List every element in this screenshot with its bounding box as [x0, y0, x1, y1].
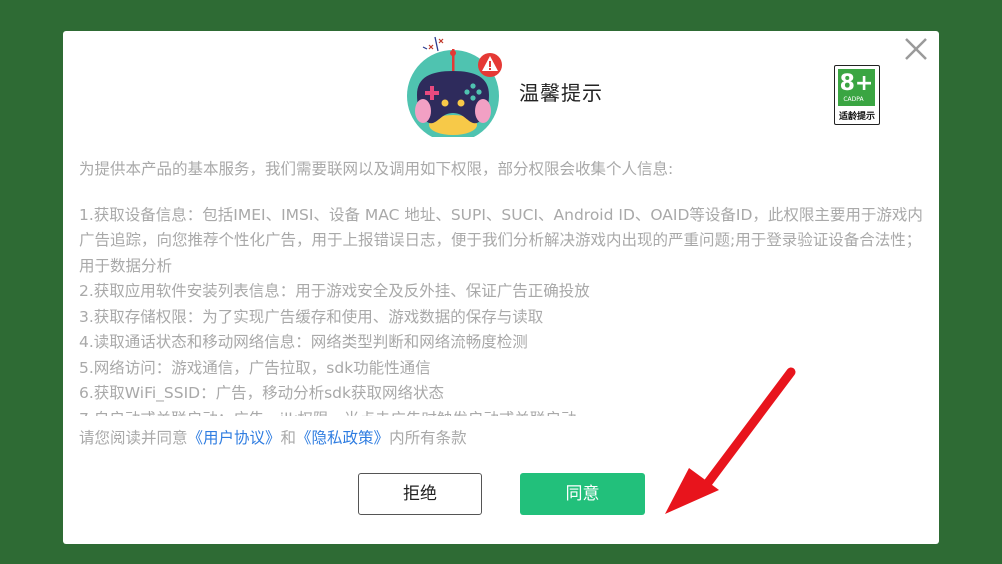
permission-intro: 为提供本产品的基本服务，我们需要联网以及调用如下权限，部分权限会收集个人信息:	[79, 160, 674, 178]
agree-button[interactable]: 同意	[520, 473, 645, 515]
permission-item: 6.获取WiFi_SSID：广告，移动分析sdk获取网络状态	[79, 384, 445, 402]
agreement-suffix: 内所有条款	[389, 429, 467, 447]
age-rating-org: CADPA	[843, 96, 864, 103]
close-button[interactable]	[901, 34, 931, 64]
refuse-button[interactable]: 拒绝	[358, 473, 482, 515]
warning-icon	[478, 53, 502, 77]
game-controller-icon	[407, 36, 502, 137]
age-rating-label: 适龄提示	[838, 112, 875, 122]
agreement-prefix: 请您阅读并同意	[79, 429, 188, 447]
privacy-dialog: 温馨提示 8+ CADPA 适龄提示 为提供本产品的基本服务，我们需要联网以及调…	[63, 31, 939, 544]
user-agreement-link[interactable]: 《用户协议》	[188, 429, 281, 447]
permission-item: 2.获取应用软件安装列表信息：用于游戏安全及反外挂、保证广告正确投放	[79, 282, 590, 300]
permission-item: 1.获取设备信息：包括IMEI、IMSI、设备 MAC 地址、SUPI、SUCI…	[79, 205, 923, 275]
close-icon[interactable]	[901, 34, 931, 64]
agreement-and: 和	[280, 429, 297, 447]
age-rating-badge: 8+ CADPA 适龄提示	[834, 65, 880, 125]
agreement-line: 请您阅读并同意《用户协议》和《隐私政策》内所有条款	[79, 426, 467, 450]
permission-item: 7.自启动或关联启动：广告、ilk权限，当点击广告时触发启动或关联启动	[79, 407, 925, 417]
permission-item: 5.网络访问：游戏通信，广告拉取，sdk功能性通信	[79, 358, 431, 377]
dialog-title: 温馨提示	[519, 81, 603, 105]
permission-item: 4.读取通话状态和移动网络信息：网络类型判断和网络流畅度检测	[79, 333, 528, 351]
permission-item: 3.获取存储权限：为了实现广告缓存和使用、游戏数据的保存与读取	[79, 307, 544, 326]
privacy-policy-link[interactable]: 《隐私政策》	[296, 429, 389, 447]
permission-content[interactable]: 为提供本产品的基本服务，我们需要联网以及调用如下权限，部分权限会收集个人信息: …	[79, 155, 925, 416]
